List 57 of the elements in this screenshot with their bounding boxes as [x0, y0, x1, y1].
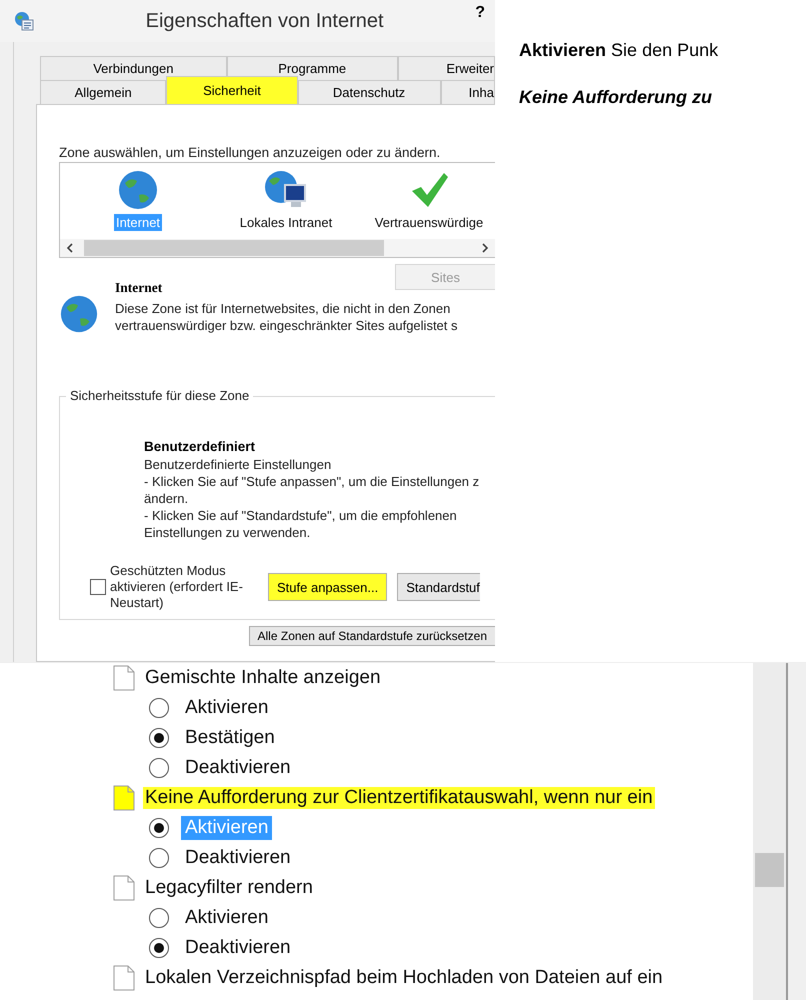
level-description: - Klicken Sie auf "Standardstufe", um die empfohlenen [144, 507, 458, 524]
setting-label: Gemischte Inhalte anzeigen [144, 667, 382, 689]
tab[interactable]: Datenschutz [298, 80, 441, 104]
radio-button[interactable] [149, 728, 169, 748]
radio-label[interactable]: Deaktivieren [181, 936, 295, 960]
tab[interactable]: Verbindungen [40, 56, 227, 80]
reset-zones-button[interactable]: Alle Zonen auf Standardstufe zurücksetzen [248, 626, 495, 646]
radio-button[interactable] [149, 758, 169, 778]
radio-button[interactable] [149, 818, 169, 838]
tab[interactable]: Programme [226, 56, 398, 80]
checkbox[interactable] [90, 579, 106, 595]
radio-button[interactable] [149, 908, 169, 928]
window-title: Eigenschaften von Internet [144, 10, 385, 32]
document-icon [113, 665, 135, 691]
setting-label: Legacyfilter rendern [144, 877, 314, 899]
instruction-text: Aktivieren Sie den Punk [519, 40, 720, 61]
radio-label[interactable]: Deaktivieren [181, 846, 295, 870]
radio-button[interactable] [149, 938, 169, 958]
level-description: - Klicken Sie auf "Stufe anpassen", um die Einstellungen z [144, 473, 480, 490]
scrollbar-thumb[interactable] [84, 240, 384, 256]
checkbox-label: Geschützten Modus aktivieren (erfordert IE-Neustart) [110, 563, 244, 611]
globe-icon [59, 294, 99, 334]
level-button[interactable]: Stufe anpassen... [268, 573, 388, 601]
scroll-left-icon[interactable] [66, 243, 74, 253]
radio-label[interactable]: Aktivieren [181, 906, 272, 930]
zone-description: vertrauenswürdiger bzw. eingeschränkter Sites aufgelistet s [115, 317, 458, 334]
group-legend: Sicherheitsstufe für diese Zone [66, 388, 254, 403]
tab[interactable]: Inha [440, 80, 495, 104]
zone-prompt: Zone auswählen, um Einstellungen anzuzeigen oder zu ändern. [59, 145, 442, 160]
scrollbar-thumb[interactable] [755, 853, 784, 887]
tab[interactable]: Allgemein [40, 80, 166, 104]
radio-label[interactable]: Deaktivieren [181, 756, 295, 780]
help-button[interactable]: ? [465, 4, 495, 22]
zone-item[interactable]: Vertrauenswürdige [372, 214, 486, 231]
level-description: Benutzerdefinierte Einstellungen [144, 456, 332, 473]
zone-description: Diese Zone ist für Internetwebsites, die nicht in den Zonen [115, 300, 452, 317]
level-description: Einstellungen zu verwenden. [144, 524, 312, 541]
scroll-right-icon[interactable] [481, 243, 489, 253]
document-icon [113, 965, 135, 991]
setting-label: Keine Aufforderung zur Clientzertifikatauswahl, wenn nur ein [143, 787, 655, 809]
level-title: Benutzerdefiniert [144, 439, 256, 454]
instruction-text: Keine Aufforderung zu [519, 87, 713, 108]
zone-item[interactable]: Lokales Intranet [238, 214, 334, 231]
radio-label[interactable]: Aktivieren [181, 696, 272, 720]
app-icon [14, 11, 34, 31]
setting-label: Lokalen Verzeichnispfad beim Hochladen von Dateien auf ein [144, 967, 664, 989]
tab[interactable]: Erweiter [398, 56, 495, 80]
document-icon [113, 875, 135, 901]
zone-title: Internet [115, 280, 164, 296]
radio-button[interactable] [149, 698, 169, 718]
document-icon [113, 785, 135, 811]
radio-label[interactable]: Bestätigen [181, 726, 279, 750]
level-description: ändern. [144, 490, 190, 507]
tab[interactable]: Sicherheit [166, 76, 298, 104]
radio-button[interactable] [149, 848, 169, 868]
level-button[interactable]: Standardstuf [397, 573, 480, 601]
globe-icon [117, 169, 159, 211]
